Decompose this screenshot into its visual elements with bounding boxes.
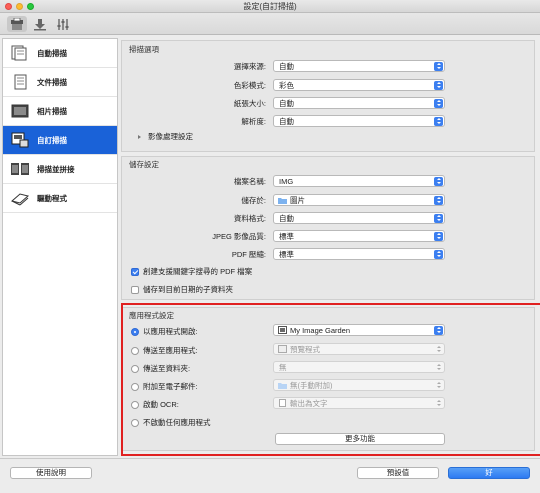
highlight-frame xyxy=(121,303,540,456)
source-label: 選擇來源: xyxy=(233,62,266,71)
chevron-updown-icon xyxy=(434,99,443,108)
sidebar-item-label: 掃描並拼接 xyxy=(37,164,75,174)
data-format-select[interactable]: 自動 xyxy=(273,212,445,224)
jpeg-quality-label: JPEG 影像品質: xyxy=(212,232,266,241)
sidebar-item-label: 驅動程式 xyxy=(37,193,67,203)
image-processing-disclosure[interactable]: 影像處理設定 xyxy=(138,131,193,142)
driver-icon xyxy=(9,189,31,207)
minimize-window-button[interactable] xyxy=(16,3,23,10)
chevron-updown-icon xyxy=(434,62,443,71)
toolbar xyxy=(0,13,540,35)
photo-scan-icon xyxy=(9,102,31,120)
source-select[interactable]: 自動 xyxy=(273,60,445,72)
folder-icon xyxy=(278,198,287,204)
sidebar-item-photo-scan[interactable]: 相片掃描 xyxy=(3,97,117,126)
chevron-updown-icon xyxy=(434,196,443,205)
footer-divider xyxy=(0,458,540,459)
window-title: 設定(自訂掃描) xyxy=(243,2,297,11)
auto-scan-icon xyxy=(9,44,31,62)
disclosure-triangle-icon xyxy=(138,134,141,139)
sidebar-item-label: 文件掃描 xyxy=(37,77,67,87)
sidebar-item-label: 自訂掃描 xyxy=(37,135,67,145)
save-settings-title: 儲存設定 xyxy=(129,160,159,169)
scan-and-stitch-icon xyxy=(9,160,31,178)
chevron-down-icon xyxy=(434,177,443,186)
sidebar-item-custom-scan[interactable]: 自訂掃描 xyxy=(3,126,117,155)
filename-combo[interactable]: IMG xyxy=(273,175,445,187)
checkbox-checked-icon xyxy=(131,267,139,276)
sidebar-item-scan-and-stitch[interactable]: 掃描並拼接 xyxy=(3,155,117,184)
download-icon xyxy=(34,18,46,30)
document-scan-icon xyxy=(9,73,31,91)
sidebar-item-document-scan[interactable]: 文件掃描 xyxy=(3,68,117,97)
paper-size-select[interactable]: 自動 xyxy=(273,97,445,109)
color-mode-label: 色彩模式: xyxy=(233,81,266,90)
sidebar-item-label: 自動掃描 xyxy=(37,48,67,58)
image-processing-label: 影像處理設定 xyxy=(148,132,193,141)
jpeg-quality-select[interactable]: 標準 xyxy=(273,230,445,242)
sidebar: 自動掃描 文件掃描 相片掃描 自訂掃描 掃描並拼接 驅動程式 xyxy=(2,38,118,456)
general-settings-tab[interactable] xyxy=(53,16,73,32)
filename-label: 檔案名稱: xyxy=(233,177,266,186)
checkbox-unchecked-icon xyxy=(131,285,139,294)
searchable-pdf-checkbox[interactable]: 創建支援關鍵字搜尋的 PDF 檔案 xyxy=(131,266,252,277)
pdf-compression-select[interactable]: 標準 xyxy=(273,248,445,260)
searchable-pdf-label: 創建支援關鍵字搜尋的 PDF 檔案 xyxy=(143,267,253,276)
chevron-updown-icon xyxy=(434,117,443,126)
sidebar-item-auto-scan[interactable]: 自動掃描 xyxy=(3,39,117,68)
help-button[interactable]: 使用說明 xyxy=(10,467,92,479)
chevron-updown-icon xyxy=(434,81,443,90)
color-mode-select[interactable]: 彩色 xyxy=(273,79,445,91)
scan-settings-tab[interactable] xyxy=(7,16,27,32)
date-subfolder-checkbox[interactable]: 儲存到目前日期的子資料夾 xyxy=(131,284,233,295)
custom-scan-icon xyxy=(9,131,31,149)
chevron-updown-icon xyxy=(434,214,443,223)
date-subfolder-label: 儲存到目前日期的子資料夾 xyxy=(143,285,233,294)
ok-button[interactable]: 好 xyxy=(448,467,530,479)
save-in-label: 儲存於: xyxy=(241,196,266,205)
zoom-window-button[interactable] xyxy=(27,3,34,10)
sidebar-item-driver[interactable]: 驅動程式 xyxy=(3,184,117,213)
defaults-button[interactable]: 預設值 xyxy=(357,467,439,479)
title-bar: 設定(自訂掃描) xyxy=(0,0,540,13)
pdf-compression-label: PDF 壓縮: xyxy=(231,250,266,259)
general-settings-icon xyxy=(57,18,69,30)
resolution-label: 解析度: xyxy=(241,117,266,126)
scan-options-title: 掃描選項 xyxy=(129,45,159,54)
resolution-select[interactable]: 自動 xyxy=(273,115,445,127)
close-window-button[interactable] xyxy=(5,3,12,10)
scan-settings-icon xyxy=(11,17,23,30)
paper-size-label: 紙張大小: xyxy=(233,99,266,108)
sidebar-item-label: 相片掃描 xyxy=(37,106,67,116)
chevron-updown-icon xyxy=(434,250,443,259)
data-format-label: 資料格式: xyxy=(233,214,266,223)
save-tab[interactable] xyxy=(30,16,50,32)
chevron-updown-icon xyxy=(434,232,443,241)
save-in-select[interactable]: 圖片 xyxy=(273,194,445,206)
